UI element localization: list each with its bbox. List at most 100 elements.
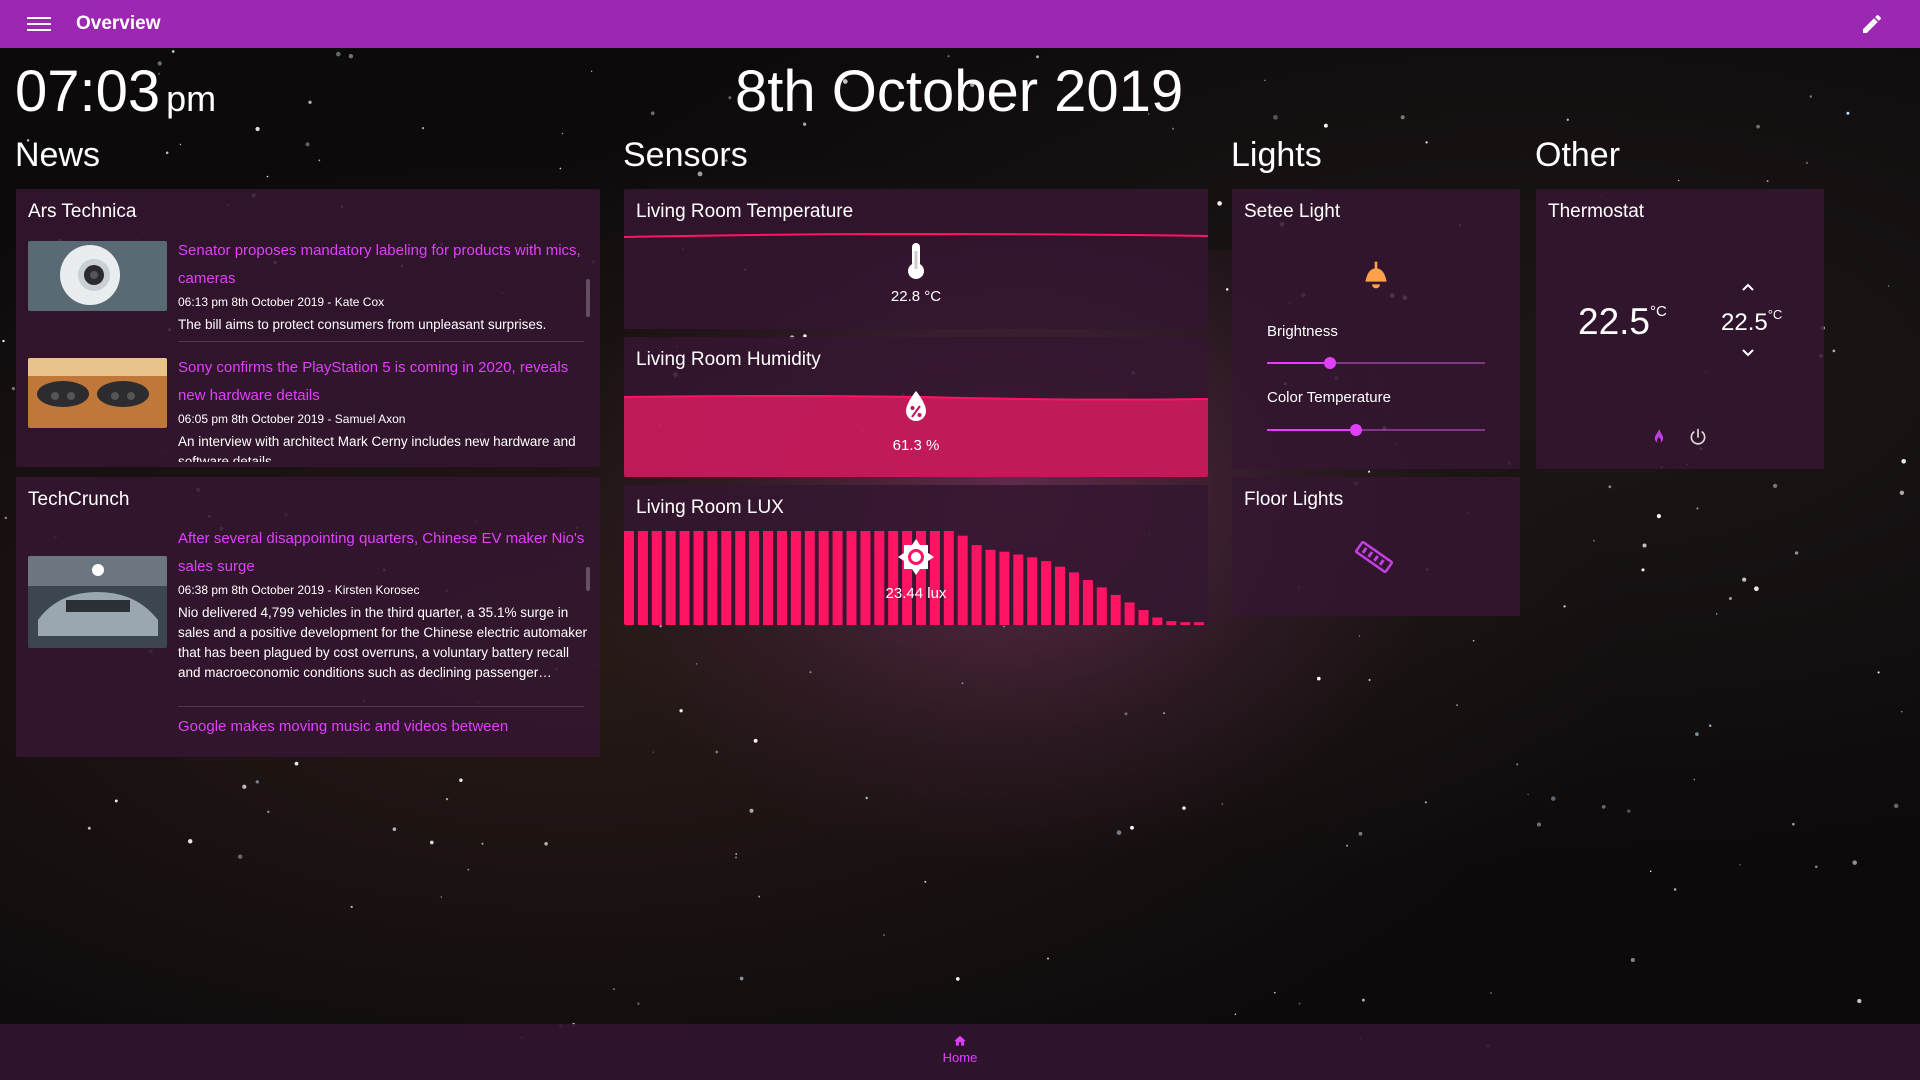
lux-bar (804, 531, 815, 625)
sensor-title: Living Room Temperature (636, 201, 854, 222)
chevron-up-icon[interactable] (1740, 281, 1756, 293)
slider-fill (1267, 362, 1331, 364)
news-meta: 06:38 pm 8th October 2019 - Kirsten Koro… (178, 583, 420, 597)
lux-bar (749, 531, 760, 625)
lux-bar (957, 535, 968, 625)
lux-bar (637, 531, 648, 625)
news-thumbnail-car[interactable] (28, 556, 167, 648)
light-card-floor[interactable]: Floor Lights (1232, 477, 1520, 616)
news-thumbnail-camera[interactable] (28, 241, 167, 311)
slider-label: Brightness (1267, 323, 1338, 340)
divider (178, 706, 584, 707)
water-percent-icon (906, 391, 926, 421)
column-title-lights: Lights (1231, 136, 1322, 174)
chevron-down-icon[interactable] (1740, 347, 1756, 359)
target-temp-unit: °C (1767, 307, 1783, 322)
lux-bar (818, 531, 829, 625)
current-temp-value: 22.5 (1578, 301, 1651, 342)
sensor-value: 23.44 lux (885, 585, 947, 602)
thermostat-card: Thermostat 22.5°C 22.5°C (1536, 189, 1824, 469)
lux-bar (860, 531, 871, 625)
sensor-card-humidity[interactable]: Living Room Humidity 61.3 % (624, 337, 1208, 477)
news-thumbnail-controllers[interactable] (28, 358, 167, 428)
light-title: Floor Lights (1244, 489, 1344, 510)
lux-bar (679, 531, 690, 625)
home-icon (954, 1035, 966, 1046)
column-title-news: News (15, 136, 101, 174)
tab-home[interactable]: Home (925, 1034, 995, 1065)
clock-time: 07:03 (15, 59, 161, 124)
led-strip-icon[interactable] (1354, 537, 1394, 577)
news-card-techcrunch: TechCrunch After several disappointing q… (16, 477, 600, 757)
news-item: Senator proposes mandatory labeling for … (16, 235, 600, 351)
sensor-value: 61.3 % (892, 437, 940, 454)
date-display: 8th October 2019 (735, 59, 1184, 124)
color-temperature-slider[interactable] (1267, 424, 1485, 436)
clock: 07:03 pm (15, 58, 216, 125)
power-icon[interactable] (1688, 427, 1708, 447)
lux-bar (735, 531, 746, 625)
lux-bar (1124, 602, 1135, 625)
target-temp-value: 22.5 (1721, 309, 1768, 336)
clock-ampm: pm (166, 78, 217, 119)
news-description: An interview with architect Mark Cerny i… (178, 434, 576, 462)
light-title: Setee Light (1244, 201, 1341, 222)
lux-bar (777, 531, 787, 625)
news-description: Nio delivered 4,799 vehicles in the thir… (178, 605, 587, 680)
news-headline-link[interactable]: After several disappointing quarters, Ch… (178, 525, 588, 581)
thermostat-target-temperature: 22.5°C (1721, 307, 1782, 337)
lux-bar (874, 531, 885, 625)
lux-bar (790, 531, 801, 625)
lux-bar (707, 531, 718, 625)
sensor-card-lux[interactable]: Living Room LUX 23.44 lux (624, 485, 1208, 625)
edit-pencil-icon[interactable] (1860, 12, 1884, 36)
news-card-title: Ars Technica (28, 201, 137, 222)
lux-bar (1152, 617, 1163, 625)
news-meta: 06:13 pm 8th October 2019 - Kate Cox (178, 295, 385, 309)
slider-knob[interactable] (1324, 357, 1337, 369)
lux-bar (624, 531, 634, 625)
menu-icon[interactable] (25, 14, 53, 34)
lux-bar (665, 531, 676, 625)
lux-bar (1138, 610, 1149, 625)
divider (178, 341, 584, 342)
slider-knob[interactable] (1350, 424, 1363, 436)
page-title: Overview (76, 13, 161, 34)
slider-fill (1267, 429, 1357, 431)
slider-label: Color Temperature (1267, 389, 1391, 406)
bottom-view-bar: Home (0, 1024, 1920, 1080)
flame-heat-icon[interactable] (1649, 427, 1669, 447)
lux-bar (763, 531, 773, 625)
lux-bar (846, 531, 857, 625)
thermostat-title: Thermostat (1548, 201, 1645, 222)
lux-bar (651, 531, 662, 625)
news-headline-link[interactable]: Senator proposes mandatory labeling for … (178, 237, 588, 293)
lux-bar (1194, 622, 1205, 625)
news-item: Sony confirms the PlayStation 5 is comin… (16, 352, 600, 462)
news-meta: 06:05 pm 8th October 2019 - Samuel Axon (178, 412, 406, 426)
news-headline-link[interactable]: Sony confirms the PlayStation 5 is comin… (178, 354, 588, 410)
thermostat-current-temperature: 22.5°C (1578, 301, 1667, 343)
lux-bar (1166, 621, 1177, 625)
lux-bar (693, 531, 704, 625)
news-card-ars-technica: Ars Technica Senator proposes mandatory … (16, 189, 600, 467)
sensor-title: Living Room LUX (636, 497, 784, 518)
sensor-title: Living Room Humidity (636, 349, 821, 370)
lux-bar (943, 531, 954, 625)
brightness-slider[interactable] (1267, 357, 1485, 369)
ceiling-light-icon[interactable] (1360, 259, 1392, 291)
lux-bar (1180, 622, 1191, 625)
news-headline-link[interactable]: Google makes moving music and videos bet… (178, 713, 588, 741)
top-app-bar: Overview (0, 0, 1920, 48)
current-temp-unit: °C (1650, 303, 1667, 320)
column-title-sensors: Sensors (623, 136, 748, 174)
news-item: After several disappointing quarters, Ch… (16, 523, 600, 703)
news-description: The bill aims to protect consumers from … (178, 317, 547, 332)
light-card-setee: Setee Light Brightness Color Temperature (1232, 189, 1520, 469)
lux-bar (832, 531, 843, 625)
thermometer-icon (908, 243, 924, 279)
tab-home-label: Home (942, 1050, 978, 1065)
lux-bar (721, 531, 732, 625)
dashboard: 07:03 pm 8th October 2019 News Sensors Li… (0, 48, 1920, 1024)
sensor-card-temperature[interactable]: Living Room Temperature 22.8 °C (624, 189, 1208, 329)
